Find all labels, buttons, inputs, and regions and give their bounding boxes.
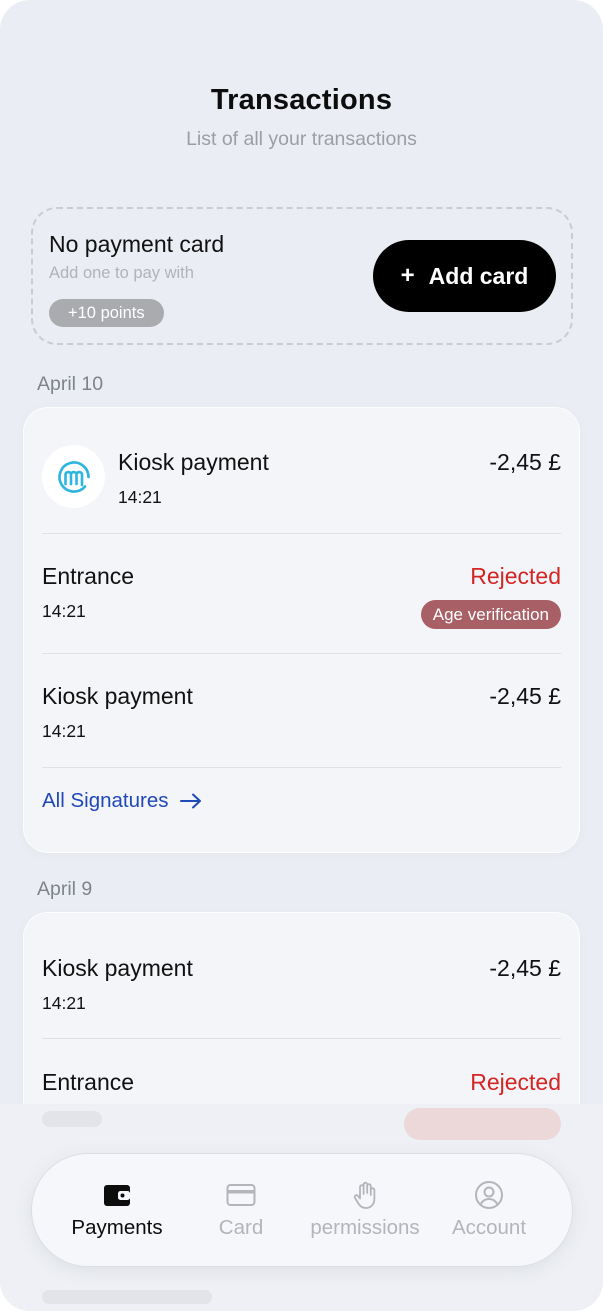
transaction-amount: -2,45 £: [489, 449, 561, 475]
transaction-time: 14:21: [42, 993, 86, 1013]
transaction-title: Entrance: [42, 1069, 135, 1095]
blurred-content: [42, 1290, 212, 1304]
transaction-title: Entrance: [42, 563, 135, 589]
tab-label: Payments: [71, 1216, 163, 1239]
card-icon: [226, 1184, 256, 1206]
transactions-screen: Transactions List of all your transactio…: [0, 0, 603, 1311]
transaction-row[interactable]: Kiosk payment 14:21 -2,45 £: [42, 955, 561, 1015]
transaction-time: 14:21: [42, 721, 86, 741]
tab-card[interactable]: Card: [179, 1154, 303, 1268]
no-card-subtitle: Add one to pay with: [49, 264, 194, 282]
points-badge: +10 points: [49, 299, 164, 327]
m-merchant-logo: [42, 445, 105, 508]
transaction-row[interactable]: Entrance Rejected: [42, 1069, 561, 1109]
tab-permissions[interactable]: permissions: [303, 1154, 427, 1268]
transaction-time: 14:21: [118, 487, 162, 507]
tab-label: Card: [218, 1216, 264, 1239]
age-verification-badge: Age verification: [420, 600, 561, 629]
transaction-row[interactable]: Kiosk payment 14:21 -2,45 £: [118, 449, 561, 509]
transaction-title: Kiosk payment: [42, 955, 193, 981]
bottom-tab-bar: Payments Card permissions Account: [31, 1153, 573, 1267]
row-divider: [42, 533, 561, 534]
date-header-april-9: April 9: [37, 878, 93, 900]
transaction-amount: -2,45 £: [489, 683, 561, 709]
all-signatures-link[interactable]: All Signatures: [42, 789, 202, 813]
add-card-button[interactable]: + Add card: [373, 240, 556, 312]
blurred-content: [404, 1108, 561, 1140]
blurred-content: [42, 1111, 102, 1127]
transaction-row[interactable]: Kiosk payment 14:21 -2,45 £: [42, 683, 561, 743]
tab-account[interactable]: Account: [427, 1154, 551, 1268]
date-header-april-10: April 10: [37, 373, 104, 395]
transaction-title: Kiosk payment: [118, 449, 269, 475]
transaction-status-rejected: Rejected: [470, 1069, 561, 1095]
row-divider: [42, 1038, 561, 1039]
add-card-label: Add card: [428, 262, 529, 289]
transaction-status-rejected: Rejected: [470, 563, 561, 589]
plus-icon: +: [400, 262, 415, 289]
tab-label: Account: [451, 1216, 527, 1239]
no-card-title: No payment card: [49, 231, 225, 257]
arrow-right-icon: [180, 793, 202, 809]
no-payment-card-panel: No payment card Add one to pay with +10 …: [31, 207, 573, 345]
row-divider: [42, 653, 561, 654]
tab-payments[interactable]: Payments: [55, 1154, 179, 1268]
hand-icon: [353, 1181, 376, 1209]
page-title: Transactions: [210, 84, 393, 116]
user-circle-icon: [475, 1181, 503, 1209]
transaction-amount: -2,45 £: [489, 955, 561, 981]
transaction-group-card: Kiosk payment 14:21 -2,45 £ Entrance 14:…: [24, 408, 579, 852]
wallet-icon: [104, 1185, 130, 1206]
transaction-title: Kiosk payment: [42, 683, 193, 709]
merchant-m-icon: [57, 460, 90, 493]
transaction-time: 14:21: [42, 601, 86, 621]
page-subtitle: List of all your transactions: [186, 128, 417, 150]
row-divider: [42, 767, 561, 768]
tab-label: permissions: [310, 1216, 420, 1239]
all-signatures-label: All Signatures: [42, 789, 169, 812]
transaction-row[interactable]: Entrance 14:21 Rejected Age verification: [42, 563, 561, 633]
